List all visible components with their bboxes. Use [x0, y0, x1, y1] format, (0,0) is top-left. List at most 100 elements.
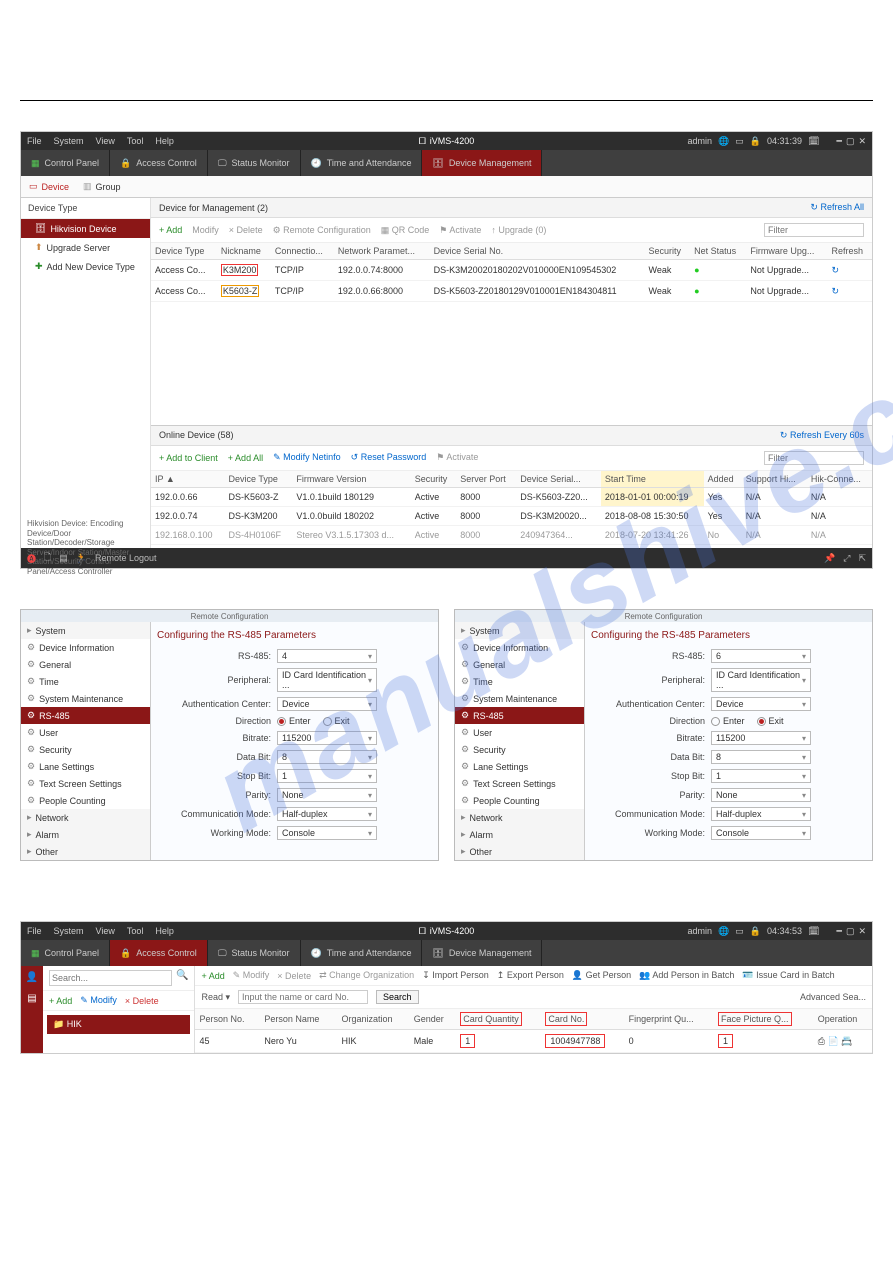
- upgrade-button[interactable]: ↑ Upgrade (0): [491, 225, 546, 235]
- globe-icon[interactable]: 🌐: [718, 926, 729, 937]
- tab-status-monitor[interactable]: 🖵Status Monitor: [208, 940, 301, 966]
- menu-help[interactable]: Help: [155, 926, 174, 936]
- delete-button[interactable]: × Delete: [229, 225, 263, 235]
- dropdown[interactable]: Device▾: [277, 697, 377, 711]
- tab-access-control[interactable]: 🔒Access Control: [110, 150, 208, 176]
- add-button[interactable]: + Add: [159, 225, 182, 235]
- tree-item-lane-settings[interactable]: ⚙Lane Settings: [21, 758, 150, 775]
- tree-item-alarm[interactable]: ▸Alarm: [455, 826, 584, 843]
- th-nickname[interactable]: Nickname: [217, 243, 271, 260]
- th-face[interactable]: Face Picture Q...: [714, 1009, 814, 1030]
- remote-config-button[interactable]: ⚙ Remote Configuration: [273, 225, 371, 236]
- org-search-input[interactable]: [49, 970, 172, 986]
- card-icon[interactable]: ▭: [735, 136, 744, 147]
- change-org-button[interactable]: ⇄ Change Organization: [319, 970, 414, 981]
- tab-device-management[interactable]: 🗄Device Management: [422, 940, 542, 966]
- add-to-client-button[interactable]: + Add to Client: [159, 453, 218, 463]
- org-item-hik[interactable]: 📁 HIK: [47, 1015, 190, 1034]
- dropdown[interactable]: None▾: [711, 788, 811, 802]
- th-hik[interactable]: Hik-Conne...: [807, 471, 872, 488]
- tab-status-monitor[interactable]: 🖵Status Monitor: [208, 150, 301, 176]
- tree-item-network[interactable]: ▸Network: [21, 809, 150, 826]
- dropdown[interactable]: 115200▾: [711, 731, 811, 745]
- expand-icon[interactable]: ⤢: [843, 553, 850, 564]
- th-port[interactable]: Server Port: [456, 471, 516, 488]
- tree-hikvision-device[interactable]: 🗄Hikvision Device: [21, 219, 150, 238]
- activate-button[interactable]: ⚑ Activate: [439, 225, 481, 236]
- tree-upgrade-server[interactable]: ⬆Upgrade Server: [21, 238, 150, 257]
- tab-device-management[interactable]: 🗄Device Management: [422, 150, 542, 176]
- th-security[interactable]: Security: [645, 243, 691, 260]
- org-delete-button[interactable]: × Delete: [125, 996, 159, 1006]
- tree-item-system-maintenance[interactable]: ⚙System Maintenance: [455, 690, 584, 707]
- lock-icon[interactable]: 🔒: [750, 136, 761, 147]
- tree-item-rs-485[interactable]: ⚙RS-485: [21, 707, 150, 724]
- card-tab-icon[interactable]: ▤: [27, 993, 36, 1004]
- table-row[interactable]: 192.0.0.74DS-K3M200V1.0.0build 180202Act…: [151, 506, 872, 525]
- refresh-every-button[interactable]: ↻ Refresh Every 60s: [780, 430, 864, 441]
- th-operation[interactable]: Operation: [814, 1009, 872, 1030]
- import-person-button[interactable]: ↧ Import Person: [422, 970, 489, 981]
- refresh-icon[interactable]: ↻: [827, 281, 872, 302]
- issue-card-batch-button[interactable]: 🪪 Issue Card in Batch: [742, 970, 834, 981]
- th-network[interactable]: Network Paramet...: [334, 243, 430, 260]
- th-sec[interactable]: Security: [411, 471, 456, 488]
- radio-enter[interactable]: Enter: [711, 716, 745, 726]
- card-icon[interactable]: ▭: [735, 926, 744, 937]
- tree-item-system-maintenance[interactable]: ⚙System Maintenance: [21, 690, 150, 707]
- th-ip[interactable]: IP ▲: [151, 471, 225, 488]
- tree-item-people-counting[interactable]: ⚙People Counting: [455, 792, 584, 809]
- refresh-all-button[interactable]: ↻ Refresh All: [810, 202, 864, 213]
- tab-time-attendance[interactable]: 🕘Time and Attendance: [301, 940, 423, 966]
- menu-file[interactable]: File: [27, 926, 42, 936]
- close-icon[interactable]: ✕: [858, 926, 866, 937]
- pers-modify-button[interactable]: ✎ Modify: [233, 970, 270, 981]
- menu-system[interactable]: System: [54, 926, 84, 936]
- tree-item-security[interactable]: ⚙Security: [455, 741, 584, 758]
- operation-icons[interactable]: ⎙ 📄 📇: [814, 1030, 872, 1053]
- tree-item-other[interactable]: ▸Other: [21, 843, 150, 860]
- tree-item-system[interactable]: ▸System: [455, 622, 584, 639]
- maximize-icon[interactable]: ▢: [846, 926, 855, 937]
- doc-icon[interactable]: 🗋: [44, 550, 51, 566]
- minimize-icon[interactable]: ━: [837, 926, 842, 937]
- th-start[interactable]: Start Time: [601, 471, 704, 488]
- dropdown[interactable]: 4▾: [277, 649, 377, 663]
- tree-item-people-counting[interactable]: ⚙People Counting: [21, 792, 150, 809]
- dropdown[interactable]: 1▾: [277, 769, 377, 783]
- tab-access-control[interactable]: 🔒Access Control: [110, 940, 208, 966]
- th-card-qty[interactable]: Card Quantity: [456, 1009, 541, 1030]
- tree-item-user[interactable]: ⚙User: [455, 724, 584, 741]
- tab-control-panel[interactable]: ▦Control Panel: [21, 150, 110, 176]
- modify-netinfo-button[interactable]: ✎ Modify Netinfo: [273, 452, 341, 463]
- subtab-device[interactable]: ▭Device: [29, 181, 69, 192]
- cal-icon[interactable]: 🗓: [808, 136, 819, 147]
- maximize-icon[interactable]: ▢: [846, 136, 855, 147]
- pin-icon[interactable]: 📌: [824, 553, 835, 564]
- th-serial[interactable]: Device Serial No.: [430, 243, 645, 260]
- door-icon[interactable]: ▤: [59, 553, 68, 564]
- th-netstatus[interactable]: Net Status: [690, 243, 746, 260]
- menu-system[interactable]: System: [54, 136, 84, 146]
- menu-tool[interactable]: Tool: [127, 136, 144, 146]
- dropdown[interactable]: None▾: [277, 788, 377, 802]
- table-row[interactable]: Access Co... K3M200 TCP/IP 192.0.0.74:80…: [151, 260, 872, 281]
- dropdown[interactable]: 6▾: [711, 649, 811, 663]
- modify-button[interactable]: Modify: [192, 225, 219, 235]
- th-org[interactable]: Organization: [337, 1009, 409, 1030]
- tree-item-time[interactable]: ⚙Time: [455, 673, 584, 690]
- tree-item-general[interactable]: ⚙General: [21, 656, 150, 673]
- tree-item-network[interactable]: ▸Network: [455, 809, 584, 826]
- search-icon[interactable]: 🔍: [176, 970, 188, 986]
- th-ser[interactable]: Device Serial...: [516, 471, 601, 488]
- pers-delete-button[interactable]: × Delete: [277, 971, 311, 981]
- person-tab-icon[interactable]: 👤: [26, 972, 38, 983]
- dropdown[interactable]: Half-duplex▾: [277, 807, 377, 821]
- dropdown[interactable]: ID Card Identification ...▾: [711, 668, 811, 692]
- radio-exit[interactable]: Exit: [323, 716, 350, 726]
- menu-view[interactable]: View: [96, 926, 115, 936]
- dropdown[interactable]: 115200▾: [277, 731, 377, 745]
- tab-control-panel[interactable]: ▦Control Panel: [21, 940, 110, 966]
- tree-item-time[interactable]: ⚙Time: [21, 673, 150, 690]
- th-person-name[interactable]: Person Name: [260, 1009, 337, 1030]
